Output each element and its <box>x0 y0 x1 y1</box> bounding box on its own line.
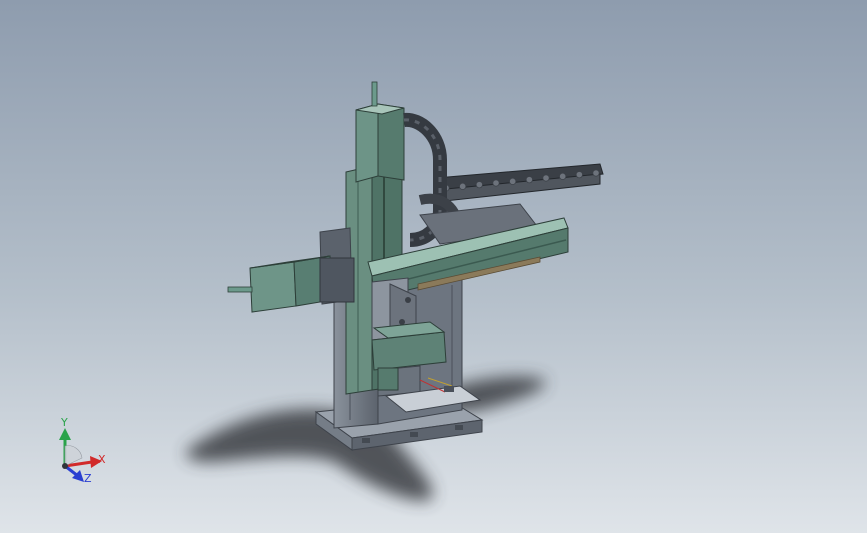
chain-link-pin <box>475 181 483 189</box>
chain-link-pin <box>559 172 567 180</box>
cad-viewport[interactable]: Y X Z <box>0 0 867 533</box>
chain-link-pin <box>492 179 500 187</box>
chain-link-pin <box>459 182 467 190</box>
chain-link-pin <box>542 174 550 182</box>
cad-scene[interactable]: Y X Z <box>0 0 867 533</box>
chain-link-pin <box>592 169 600 177</box>
chain-link-pin <box>575 171 583 179</box>
chain-link-pin <box>525 176 533 184</box>
triad-x-label: X <box>98 453 106 466</box>
triad-z-label: Z <box>84 472 92 485</box>
chain-link-pin <box>509 177 517 185</box>
triad-y-label: Y <box>60 416 68 429</box>
